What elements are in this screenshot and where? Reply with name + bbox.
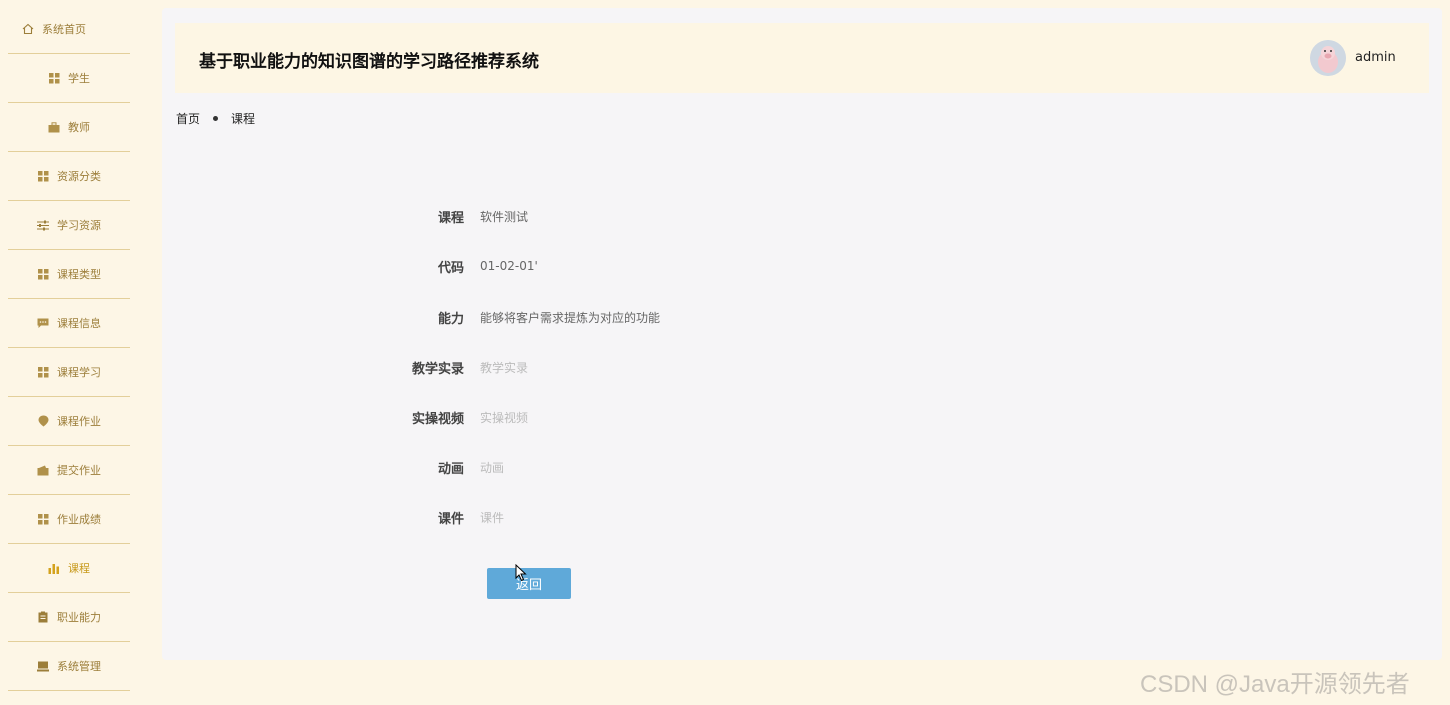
breadcrumb-current: 课程 (231, 112, 256, 126)
field-label: 代码 (437, 260, 464, 276)
field-label: 教学实录 (411, 361, 464, 377)
form-row-courseware: 课件 课件 (362, 507, 504, 527)
sliders-icon (37, 219, 49, 231)
main-panel: 基于职业能力的知识图谱的学习路径推荐系统 admin 首页 课程 课程 软件测试 (162, 8, 1442, 660)
form-row-teaching-record: 教学实录 教学实录 (362, 357, 528, 377)
bar-chart-icon (48, 562, 60, 574)
chat-icon (37, 317, 49, 329)
field-value[interactable]: 动画 (480, 459, 504, 476)
sidebar-item-vocational-ability[interactable]: 职业能力 (8, 593, 130, 642)
field-label: 能力 (437, 311, 464, 327)
sidebar-item-label: 系统首页 (42, 23, 86, 36)
sidebar-item-students[interactable]: 学生 (8, 54, 130, 103)
mouse-cursor-icon (515, 564, 527, 582)
wallet-icon (37, 464, 49, 476)
sidebar-item-homework-grades[interactable]: 作业成绩 (8, 495, 130, 544)
form-row-practice-video: 实操视频 实操视频 (362, 407, 528, 427)
sidebar-item-label: 教师 (68, 121, 90, 134)
sidebar-item-label: 职业能力 (57, 611, 101, 624)
sidebar-item-label: 资源分类 (57, 170, 101, 183)
field-value[interactable]: 教学实录 (480, 359, 528, 376)
pin-icon (37, 415, 49, 427)
sidebar-item-course-info[interactable]: 课程信息 (8, 299, 130, 348)
grid-icon (37, 170, 49, 182)
avatar[interactable] (1310, 40, 1346, 76)
sidebar-item-label: 学习资源 (57, 219, 101, 232)
sidebar-item-home[interactable]: 系统首页 (8, 5, 130, 54)
sidebar-item-label: 系统管理 (57, 660, 101, 673)
field-label: 动画 (437, 461, 464, 477)
form-row-ability: 能力 能够将客户需求提炼为对应的功能 (362, 307, 660, 327)
sidebar-item-submit-homework[interactable]: 提交作业 (8, 446, 130, 495)
field-label: 实操视频 (411, 411, 464, 427)
sidebar-item-teachers[interactable]: 教师 (8, 103, 130, 152)
sidebar-item-course-learning[interactable]: 课程学习 (8, 348, 130, 397)
top-header: 基于职业能力的知识图谱的学习路径推荐系统 admin (175, 23, 1429, 93)
grid-icon (37, 366, 49, 378)
sidebar-item-label: 提交作业 (57, 464, 101, 477)
watermark: CSDN @Java开源领先者 (1140, 671, 1410, 698)
field-label: 课程 (437, 210, 464, 226)
form-row-code: 代码 01-02-01' (362, 256, 538, 276)
monitor-icon (37, 660, 49, 672)
grid-icon (37, 268, 49, 280)
sidebar-item-course-types[interactable]: 课程类型 (8, 250, 130, 299)
field-value: 能够将客户需求提炼为对应的功能 (480, 310, 661, 325)
breadcrumb-home[interactable]: 首页 (176, 110, 200, 127)
breadcrumb-separator (213, 116, 219, 121)
sidebar-item-label: 课程类型 (57, 268, 101, 281)
clipboard-icon (37, 611, 49, 623)
field-value: 01-02-01' (480, 259, 538, 273)
breadcrumb: 首页 课程 (176, 110, 255, 127)
sidebar-item-label: 学生 (68, 72, 90, 85)
grid-icon (48, 72, 60, 84)
briefcase-icon (48, 121, 60, 133)
sidebar-item-label: 课程学习 (57, 366, 101, 379)
username[interactable]: admin (1355, 50, 1396, 65)
app-root: 系统首页 学生 教师 资源分类 学习资源 课程类型 课程信息 课程学习 课程作业… (0, 0, 1450, 705)
page-title: 基于职业能力的知识图谱的学习路径推荐系统 (199, 52, 539, 72)
sidebar-item-system-admin[interactable]: 系统管理 (8, 642, 130, 691)
sidebar-item-courses[interactable]: 课程 (8, 544, 130, 593)
sidebar-item-course-homework[interactable]: 课程作业 (8, 397, 130, 446)
home-icon (22, 23, 34, 35)
field-label: 课件 (437, 511, 464, 527)
field-value[interactable]: 实操视频 (480, 409, 528, 426)
form-row-animation: 动画 动画 (362, 457, 504, 477)
back-button[interactable]: 返回 (487, 568, 571, 599)
grid-icon (37, 513, 49, 525)
sidebar-item-label: 作业成绩 (57, 513, 101, 526)
sidebar-item-learning-resources[interactable]: 学习资源 (8, 201, 130, 250)
sidebar-item-resource-categories[interactable]: 资源分类 (8, 152, 130, 201)
sidebar-item-label: 课程信息 (57, 317, 101, 330)
field-value[interactable]: 课件 (480, 509, 504, 526)
form-row-course: 课程 软件测试 (362, 206, 528, 226)
sidebar: 系统首页 学生 教师 资源分类 学习资源 课程类型 课程信息 课程学习 课程作业… (0, 0, 150, 705)
field-value: 软件测试 (480, 209, 529, 224)
sidebar-item-label: 课程 (68, 562, 90, 575)
sidebar-item-label: 课程作业 (57, 415, 101, 428)
